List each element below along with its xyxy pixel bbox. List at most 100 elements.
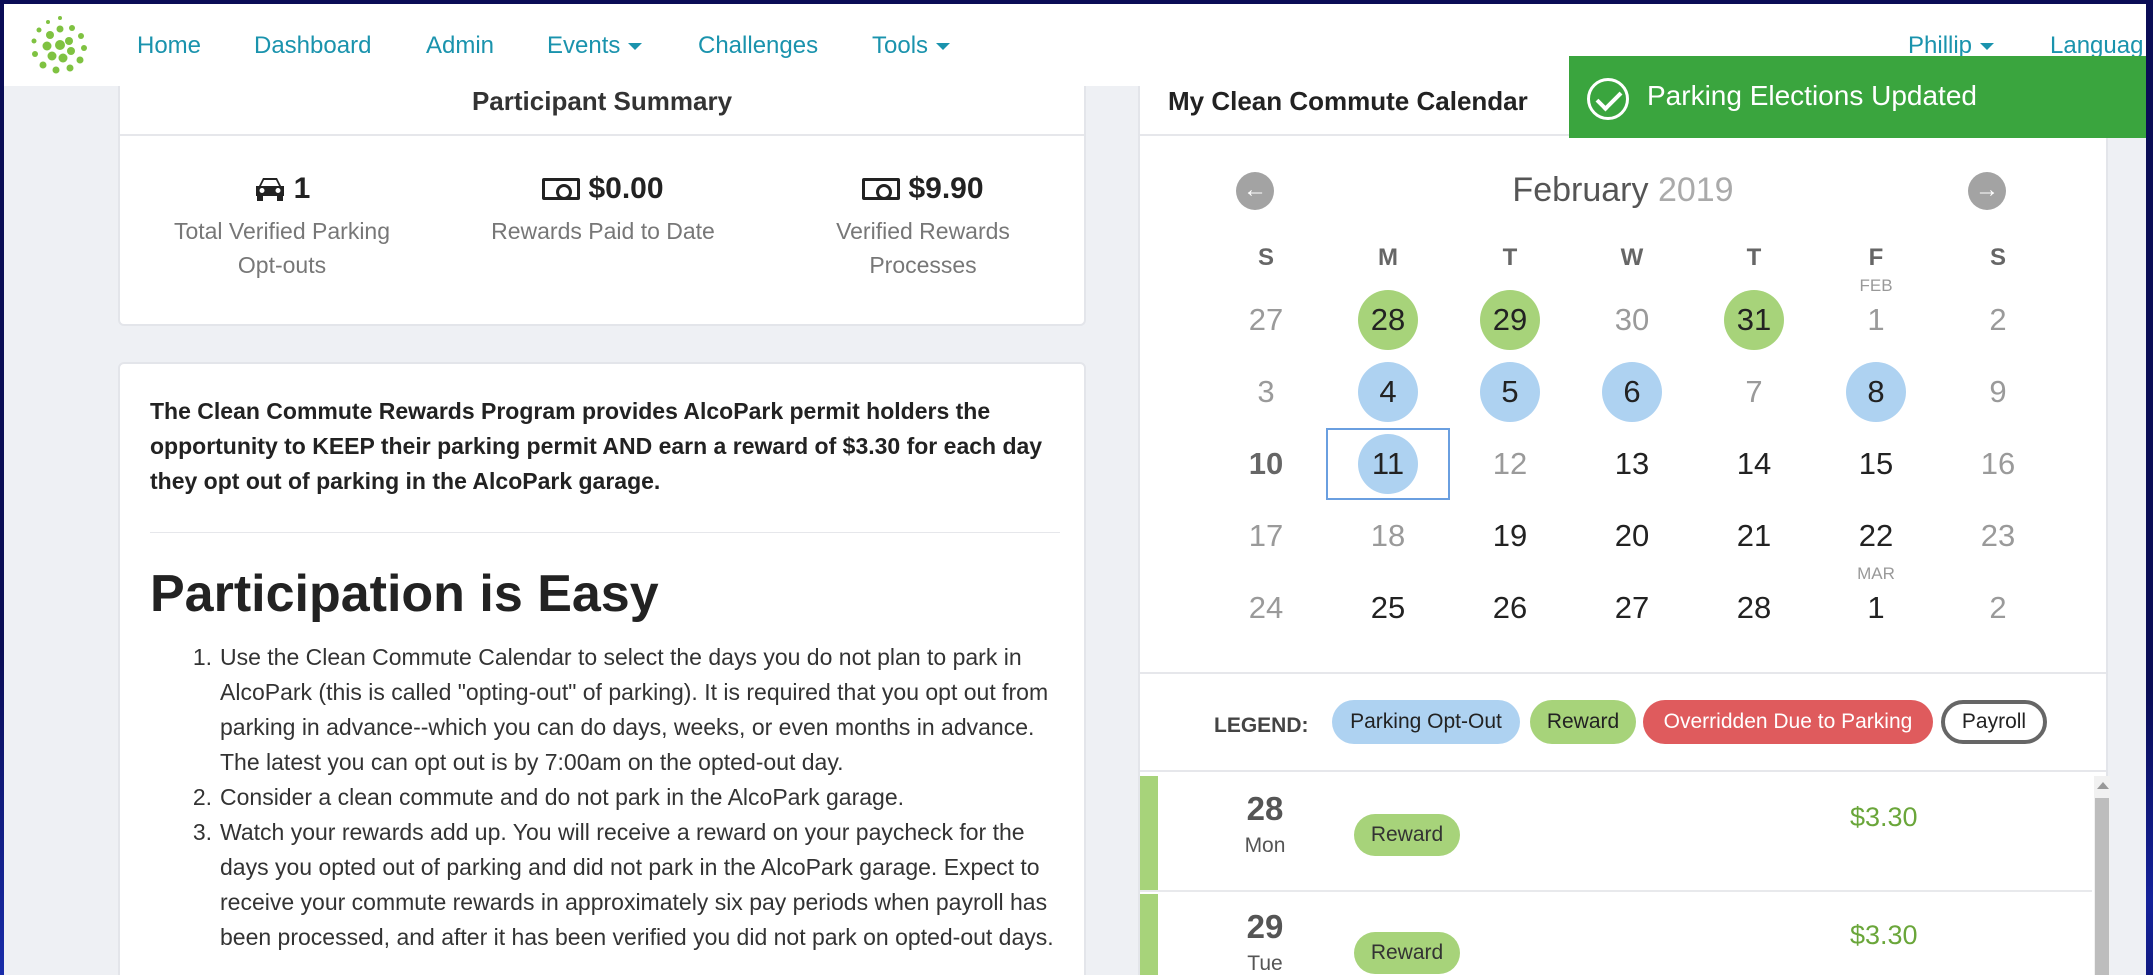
calendar-day[interactable]: 17 [1236, 506, 1296, 566]
stat-label: Opt-outs [237, 252, 327, 278]
legend-overridden: Overridden Due to Parking [1643, 700, 1933, 744]
entry-amount: $3.30 [1850, 802, 1918, 832]
calendar-day[interactable]: 8 [1846, 362, 1906, 422]
weekday-header: W [1620, 244, 1644, 271]
selected-day-outline [1326, 428, 1450, 500]
weekday-header: T [1502, 244, 1518, 271]
calendar-day[interactable]: 7 [1724, 362, 1784, 422]
calendar-day[interactable]: 27 [1236, 290, 1296, 350]
calendar-day[interactable]: 9 [1968, 362, 2028, 422]
month-label: February 2019 [1140, 171, 2106, 210]
entry-status-badge: Reward [1354, 814, 1460, 856]
toast-message: Parking Elections Updated [1647, 80, 1977, 111]
calendar-legend: LEGEND: Parking Opt-Out Reward Overridde… [1140, 672, 2106, 772]
calendar-day[interactable]: 28 [1724, 578, 1784, 638]
calendar-day[interactable]: 19 [1480, 506, 1540, 566]
calendar-day[interactable]: 16 [1968, 434, 2028, 494]
legend-payroll: Payroll [1941, 700, 2047, 744]
calendar-day[interactable]: 12 [1480, 434, 1540, 494]
calendar-day[interactable]: 29 [1480, 290, 1540, 350]
list-item: 2. Consider a clean commute and do not pa… [150, 780, 1070, 815]
calendar-day[interactable]: 23 [1968, 506, 2028, 566]
nav-dashboard[interactable]: Dashboard [254, 32, 371, 60]
calendar-day[interactable]: 15 [1846, 434, 1906, 494]
nav-challenges[interactable]: Challenges [698, 32, 818, 60]
summary-title: Participant Summary [471, 86, 733, 116]
step-text: Consider a clean commute and do not park… [220, 784, 905, 810]
weekday-header: S [1989, 244, 2006, 271]
list-item[interactable]: 29 Tue Reward $3.30 [1140, 894, 2092, 975]
scroll-thumb[interactable] [2095, 798, 2109, 975]
spiral-logo-icon[interactable] [24, 14, 96, 76]
calendar-day[interactable]: 24 [1236, 578, 1296, 638]
calendar-day[interactable]: 26 [1480, 578, 1540, 638]
list-item[interactable]: 28 Mon Reward $3.30 [1140, 776, 2092, 892]
next-month-arrow-icon[interactable]: → [1968, 172, 2006, 210]
reward-entries-list: 28 Mon Reward $3.30 29 Tue Reward $3.30 [1140, 776, 2092, 975]
stat-label: Total Verified Parking [173, 218, 391, 244]
entry-weekday: Mon [1244, 834, 1286, 857]
nav-home[interactable]: Home [137, 32, 201, 60]
calendar-day[interactable]: 31 [1724, 290, 1784, 350]
chevron-down-icon [628, 43, 643, 51]
participation-heading: Participation is Easy [150, 565, 659, 623]
stat-label: Verified Rewards [836, 218, 1010, 244]
success-toast[interactable]: Parking Elections Updated [1569, 56, 2146, 138]
clean-commute-calendar-card: My Clean Commute Calendar ← February 201… [1138, 64, 2110, 975]
calendar-day[interactable]: 3 [1236, 362, 1296, 422]
calendar-day[interactable]: 1 [1846, 290, 1906, 350]
money-icon [542, 178, 581, 200]
nav-tools[interactable]: Tools [872, 32, 951, 60]
calendar-day[interactable]: 30 [1602, 290, 1662, 350]
calendar-title: My Clean Commute Calendar [1168, 86, 1528, 116]
calendar-day[interactable]: 21 [1724, 506, 1784, 566]
nav-admin[interactable]: Admin [426, 32, 494, 60]
month-name: February [1512, 171, 1649, 209]
calendar-day[interactable]: 2 [1968, 290, 2028, 350]
month-year: 2019 [1657, 171, 1734, 209]
step-text: Use the Clean Commute Calendar to select… [220, 644, 1049, 775]
money-icon [862, 178, 901, 200]
weekday-header: F [1868, 244, 1884, 271]
chevron-down-icon [1980, 43, 1995, 51]
calendar-day[interactable]: 10 [1236, 434, 1296, 494]
app-window: Home Dashboard Admin Events Challenges T… [4, 4, 2146, 975]
chevron-down-icon [936, 43, 951, 51]
calendar-day[interactable]: 25 [1358, 578, 1418, 638]
calendar-day[interactable]: 14 [1724, 434, 1784, 494]
calendar-day[interactable]: 4 [1358, 362, 1418, 422]
weekday-header: S [1257, 244, 1274, 271]
nav-events[interactable]: Events [547, 32, 643, 60]
program-intro-text: The Clean Commute Rewards Program provid… [150, 398, 1043, 494]
calendar-day[interactable]: 20 [1602, 506, 1662, 566]
stat-value: $0.00 [588, 172, 664, 205]
nav-tools-label: Tools [872, 32, 929, 59]
calendar-day[interactable]: 13 [1602, 434, 1662, 494]
nav-events-label: Events [547, 32, 621, 59]
calendar-day[interactable]: 2 [1968, 578, 2028, 638]
nav-user-label: Phillip [1908, 32, 1973, 59]
stat-parking-opt-outs: 1 Total Verified Parking Opt-outs [132, 172, 432, 282]
calendar-day[interactable]: 27 [1602, 578, 1662, 638]
weekday-header: M [1378, 244, 1398, 271]
calendar-day[interactable]: 6 [1602, 362, 1662, 422]
car-icon [255, 178, 284, 201]
participant-summary-card: Participant Summary 1 Total Verified Par… [118, 64, 1086, 326]
scroll-up-arrow-icon[interactable] [2097, 782, 2109, 789]
calendar-day[interactable]: 1 [1846, 578, 1906, 638]
calendar-day[interactable]: 5 [1480, 362, 1540, 422]
legend-parking-opt-out: Parking Opt-Out [1332, 700, 1520, 744]
calendar-day[interactable]: 18 [1358, 506, 1418, 566]
entry-status-badge: Reward [1354, 932, 1460, 974]
entries-scrollbar[interactable] [2094, 776, 2110, 975]
stat-verified-rewards: $9.90 Verified Rewards Processes [773, 172, 1073, 282]
calendar-day[interactable]: 28 [1358, 290, 1418, 350]
check-circle-icon [1587, 78, 1629, 120]
entry-day: 29 [1246, 908, 1284, 945]
reward-status-bar [1140, 894, 1158, 975]
program-info-card: The Clean Commute Rewards Program provid… [118, 362, 1086, 975]
entry-day: 28 [1246, 790, 1284, 827]
stat-label: Rewards Paid to Date [491, 218, 715, 244]
calendar-day[interactable]: 22 [1846, 506, 1906, 566]
list-item: 1. Use the Clean Commute Calendar to sele… [150, 640, 1070, 780]
